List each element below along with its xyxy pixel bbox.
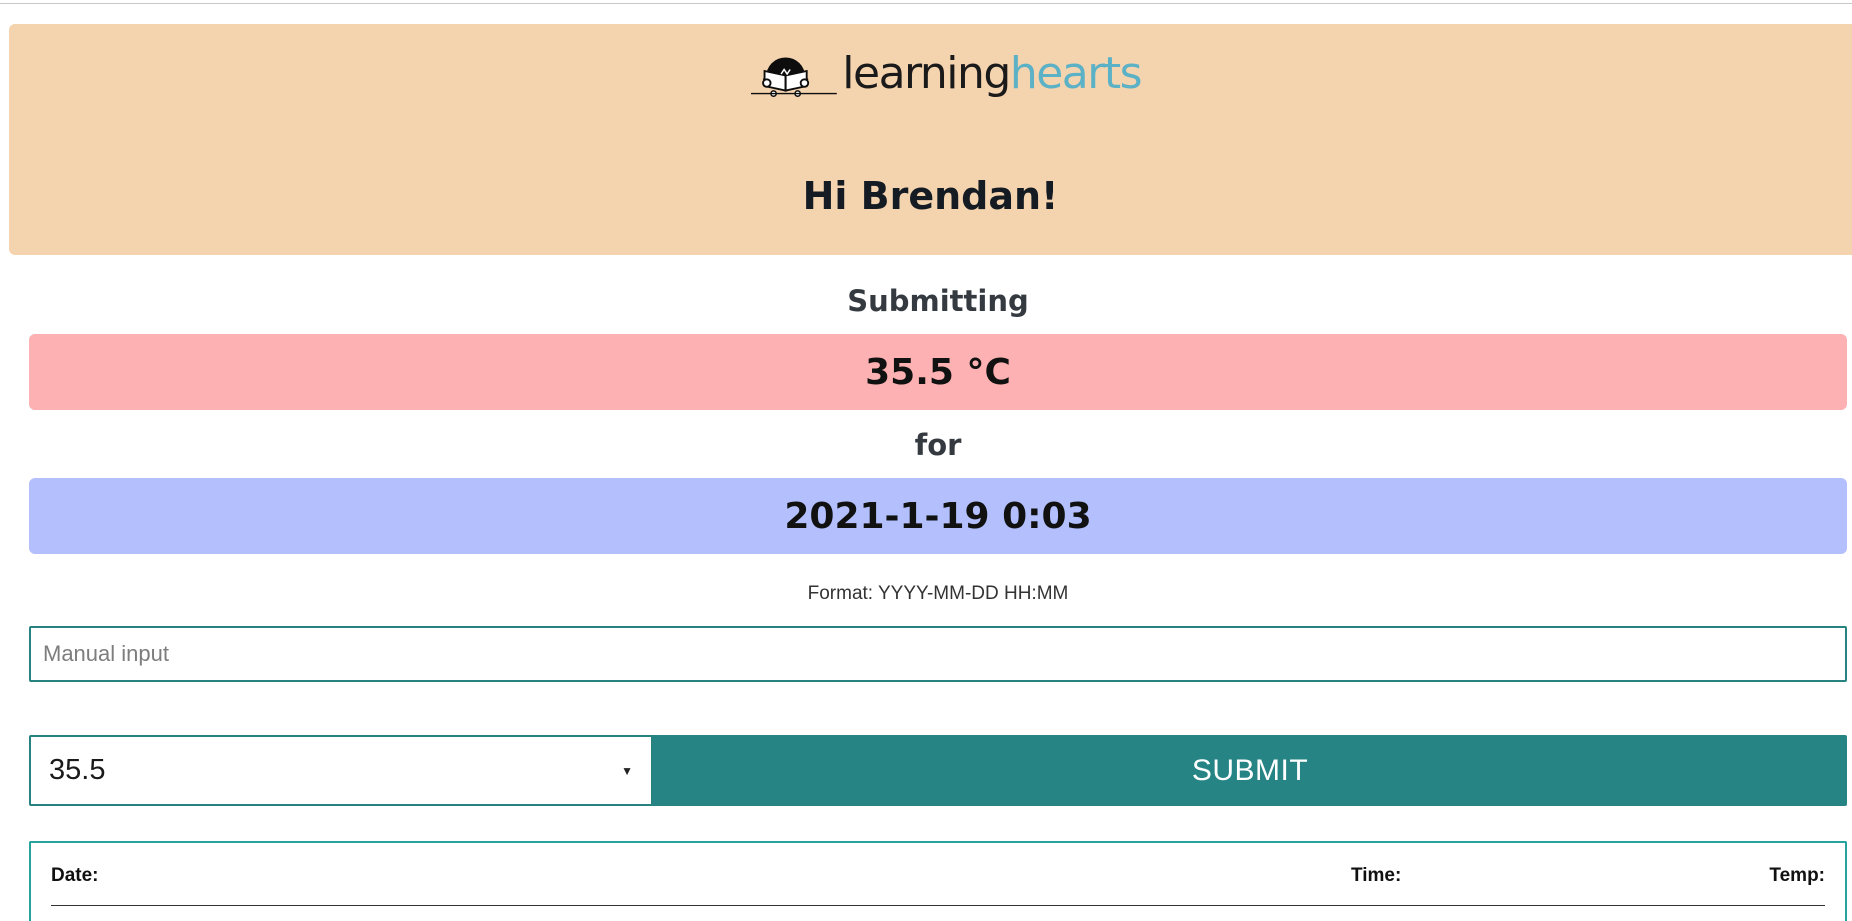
greeting-heading: Hi Brendan! [802,174,1059,218]
learninghearts-logo[interactable]: learninghearts [751,44,1143,104]
history-table-header: Date: Time: Temp: [51,865,1825,895]
logo-word-learning: learning [842,48,1011,99]
datetime-display-bar: 2021-1-19 0:03 [29,478,1847,554]
temperature-select-value: 35.5 [49,754,106,786]
manual-datetime-input[interactable] [29,626,1847,682]
history-header-divider [51,905,1825,906]
submit-button[interactable]: SUBMIT [653,735,1847,806]
temperature-select[interactable]: 35.5 ▼ [29,735,653,806]
caret-down-icon: ▼ [621,763,633,778]
history-column-temp: Temp: [1769,865,1825,886]
datetime-format-hint: Format: YYYY-MM-DD HH:MM [807,583,1069,604]
page-header: learninghearts Hi Brendan! [9,24,1852,255]
for-label: for [914,428,962,462]
window-top-border [0,3,1852,4]
logo-wordmark: learninghearts [842,52,1142,96]
submitting-label: Submitting [847,284,1029,318]
logo-word-hearts: hearts [1009,48,1143,99]
reading-child-logo-icon [751,57,837,97]
datetime-display-value: 2021-1-19 0:03 [784,495,1092,537]
temperature-display-bar: 35.5 °C [29,334,1847,410]
history-column-time: Time: [1351,865,1402,886]
history-column-date: Date: [51,865,99,886]
temperature-display-value: 35.5 °C [865,351,1011,393]
submission-history-table: Date: Time: Temp: [29,841,1847,921]
